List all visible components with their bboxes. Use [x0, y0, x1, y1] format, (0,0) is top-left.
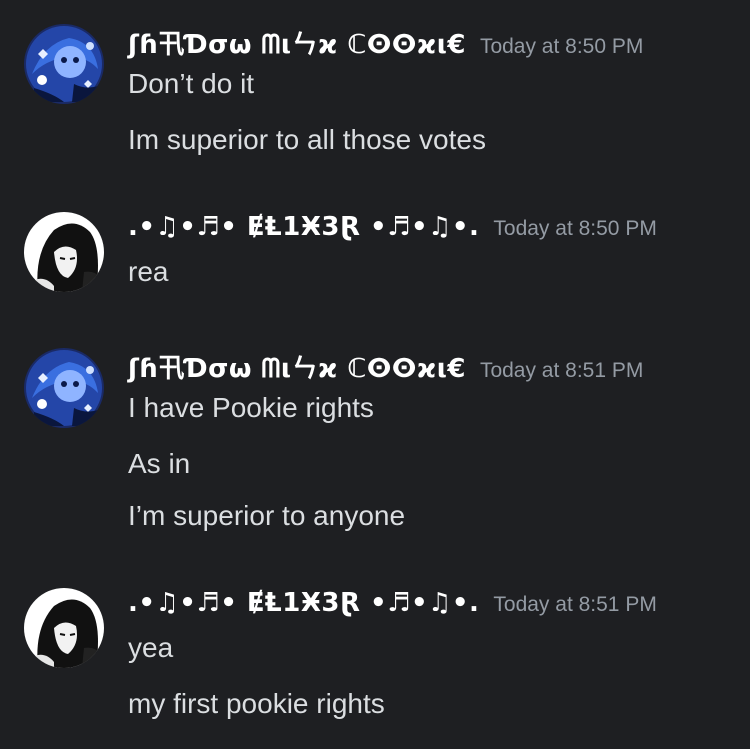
blue-cookie-avatar-icon — [24, 24, 104, 104]
message-text: Im superior to all those votes — [128, 124, 486, 155]
message-text: Don’t do it — [128, 68, 255, 99]
avatar[interactable] — [24, 212, 104, 292]
username[interactable]: ʃɦ卂Ɗσω ᗰ⍳ㄣϰ ℂⵙⵙϰ⍳€ — [128, 24, 466, 61]
message-header: ʃɦ卂Ɗσω ᗰ⍳ㄣϰ ℂⵙⵙϰ⍳€ Today at 8:50 PM — [128, 24, 643, 61]
message-header: .•♫•♬• ɆⱠ1Ӿ3Ɽ •♬•♫•. Today at 8:51 PM — [128, 588, 657, 618]
avatar[interactable] — [24, 348, 104, 428]
timestamp[interactable]: Today at 8:51 PM — [493, 593, 656, 617]
avatar[interactable] — [24, 588, 104, 668]
username[interactable]: .•♫•♬• ɆⱠ1Ӿ3Ɽ •♬•♫•. — [128, 212, 479, 242]
message-header: ʃɦ卂Ɗσω ᗰ⍳ㄣϰ ℂⵙⵙϰ⍳€ Today at 8:51 PM — [128, 348, 643, 385]
username[interactable]: .•♫•♬• ɆⱠ1Ӿ3Ɽ •♬•♫•. — [128, 588, 479, 618]
black-white-anime-avatar-icon — [24, 588, 104, 668]
message-header: .•♫•♬• ɆⱠ1Ӿ3Ɽ •♬•♫•. Today at 8:50 PM — [128, 212, 657, 242]
username[interactable]: ʃɦ卂Ɗσω ᗰ⍳ㄣϰ ℂⵙⵙϰ⍳€ — [128, 348, 466, 385]
avatar[interactable] — [24, 24, 104, 104]
message-text: my first pookie rights — [128, 688, 385, 719]
black-white-anime-avatar-icon — [24, 212, 104, 292]
message-text: As in — [128, 448, 191, 479]
message-text: I have Pookie rights — [128, 392, 374, 423]
blue-cookie-avatar-icon — [24, 348, 104, 428]
timestamp[interactable]: Today at 8:50 PM — [480, 35, 643, 59]
message-text: yea — [128, 632, 174, 663]
message-text: I’m superior to anyone — [128, 500, 406, 531]
timestamp[interactable]: Today at 8:50 PM — [493, 217, 656, 241]
timestamp[interactable]: Today at 8:51 PM — [480, 359, 643, 383]
message-text: rea — [128, 256, 169, 287]
